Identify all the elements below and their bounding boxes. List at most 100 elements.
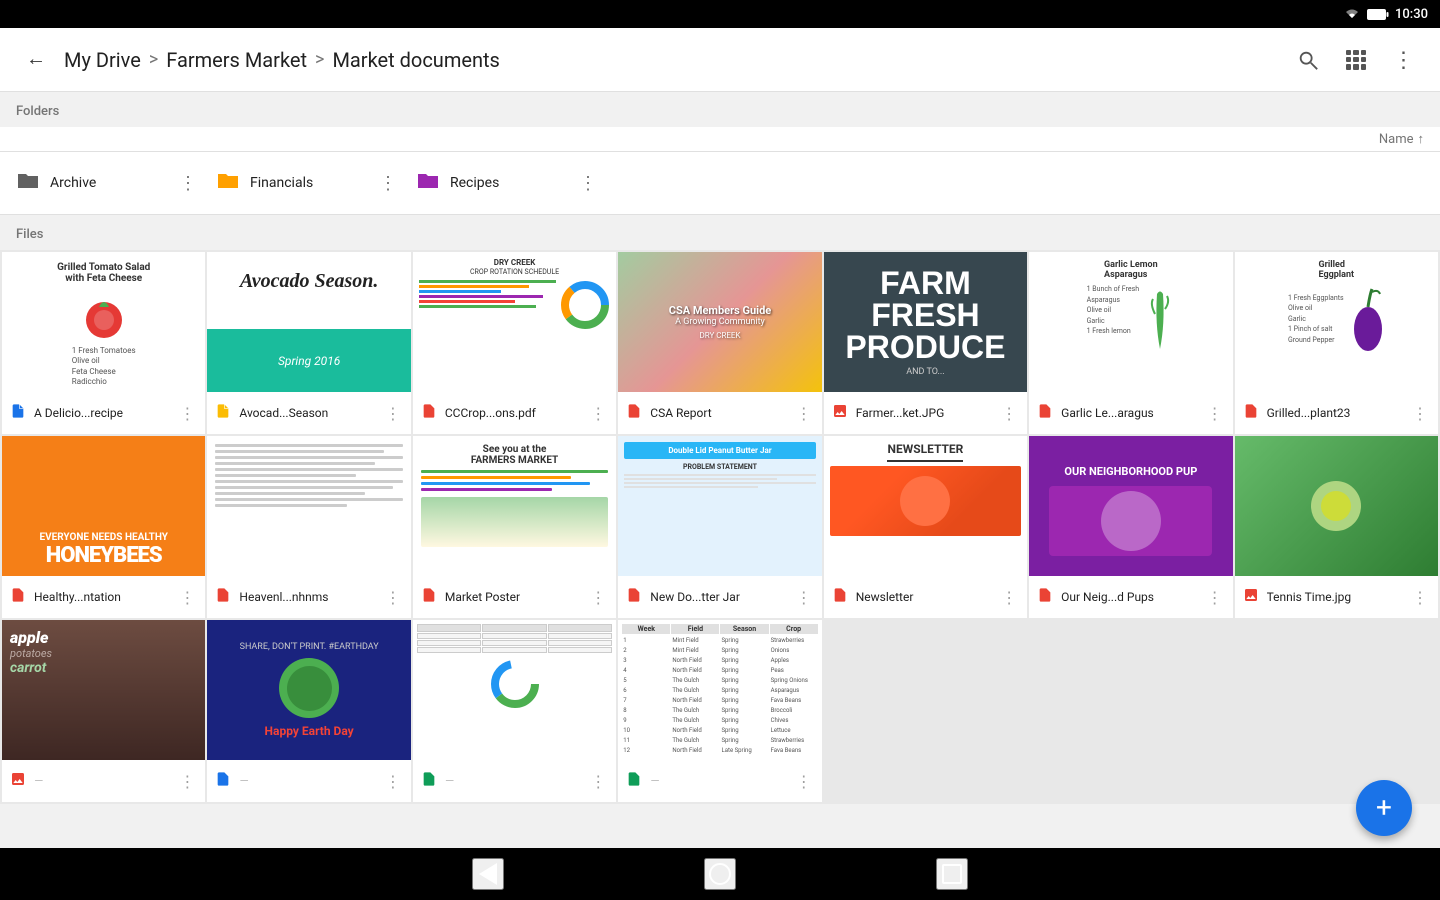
file-name-9: Market Poster [445, 590, 588, 604]
wifi-icon [1343, 7, 1361, 21]
file-footer-7: Healthy...ntation ⋮ [2, 576, 205, 618]
file-footer-13: Tennis Time.jpg ⋮ [1235, 576, 1438, 618]
file-item-7[interactable]: EVERYONE NEEDS HEALTHY HONEYBEES Healthy… [2, 436, 205, 618]
file-thumb-17: Week Field Season Crop 1Mint FieldSpring… [618, 620, 821, 760]
file-thumb-0: Grilled Tomato Saladwith Feta Cheese 1 F… [2, 252, 205, 392]
file-thumb-9: See you at theFARMERS MARKET [413, 436, 616, 576]
file-item-0[interactable]: Grilled Tomato Saladwith Feta Cheese 1 F… [2, 252, 205, 434]
nav-back-icon [479, 863, 497, 885]
file-item-6[interactable]: GrilledEggplant 1 Fresh EggplantsOlive o… [1235, 252, 1438, 434]
folder-recipes[interactable]: Recipes ⋮ [408, 160, 608, 206]
folder-more-financials[interactable]: ⋮ [376, 171, 400, 195]
status-bar: 10:30 [0, 0, 1440, 28]
breadcrumb: My Drive > Farmers Market > Market docum… [64, 48, 1288, 72]
main-content: Folders Name ↑ Archive ⋮ Financials ⋮ [0, 92, 1440, 848]
file-item-13[interactable]: Tennis Time.jpg ⋮ [1235, 436, 1438, 618]
status-time: 10:30 [1395, 7, 1428, 22]
file-more-17[interactable]: ⋮ [794, 772, 814, 791]
file-more-7[interactable]: ⋮ [177, 588, 197, 607]
file-item-1[interactable]: Avocado Season. Spring 2016 Avocad...Sea… [207, 252, 410, 434]
file-footer-4: Farmer...ket.JPG ⋮ [824, 392, 1027, 434]
fab-add-icon: + [1376, 794, 1392, 822]
file-more-3[interactable]: ⋮ [794, 404, 814, 423]
nav-recent-button[interactable] [936, 858, 968, 890]
file-item-2[interactable]: DRY CREEKCROP ROTATION SCHEDULE [413, 252, 616, 434]
file-item-17[interactable]: Week Field Season Crop 1Mint FieldSpring… [618, 620, 821, 802]
grid-view-button[interactable] [1336, 40, 1376, 80]
nav-home-button[interactable] [704, 858, 736, 890]
breadcrumb-mid[interactable]: Farmers Market [166, 48, 307, 72]
folder-more-archive[interactable]: ⋮ [176, 171, 200, 195]
file-more-1[interactable]: ⋮ [383, 404, 403, 423]
folder-name-financials: Financials [250, 175, 376, 191]
file-item-4[interactable]: FARMFRESHPRODUCE AND TO... Farmer...ket.… [824, 252, 1027, 434]
file-item-10[interactable]: Double Lid Peanut Butter Jar PROBLEM STA… [618, 436, 821, 618]
file-name-2: CCCrop...ons.pdf [445, 406, 588, 420]
file-item-11[interactable]: NEWSLETTER Newsletter ⋮ [824, 436, 1027, 618]
file-more-10[interactable]: ⋮ [794, 588, 814, 607]
folder-more-recipes[interactable]: ⋮ [576, 171, 600, 195]
folders-row: Archive ⋮ Financials ⋮ Recipes ⋮ [0, 152, 1440, 215]
file-type-icon-12 [1037, 587, 1053, 608]
file-type-icon-13 [1243, 587, 1259, 608]
file-name-17: — [650, 774, 793, 788]
file-type-icon-0 [10, 403, 26, 424]
battery-icon [1367, 8, 1389, 21]
file-more-2[interactable]: ⋮ [588, 404, 608, 423]
file-name-12: Our Neig...d Pups [1061, 590, 1204, 604]
file-item-5[interactable]: Garlic LemonAsparagus 1 Bunch of FreshAs… [1029, 252, 1232, 434]
folder-financials[interactable]: Financials ⋮ [208, 160, 408, 206]
file-item-3[interactable]: CSA Members Guide A Growing Community DR… [618, 252, 821, 434]
file-footer-6: Grilled...plant23 ⋮ [1235, 392, 1438, 434]
file-footer-9: Market Poster ⋮ [413, 576, 616, 618]
files-section-label: Files [0, 215, 1440, 250]
file-name-10: New Do...tter Jar [650, 590, 793, 604]
file-more-13[interactable]: ⋮ [1410, 588, 1430, 607]
file-more-0[interactable]: ⋮ [177, 404, 197, 423]
breadcrumb-root[interactable]: My Drive [64, 48, 141, 72]
file-more-5[interactable]: ⋮ [1205, 404, 1225, 423]
file-type-icon-3 [626, 403, 642, 424]
file-more-14[interactable]: ⋮ [177, 772, 197, 791]
nav-home-icon [709, 863, 731, 885]
file-footer-16: — ⋮ [413, 760, 616, 802]
file-more-6[interactable]: ⋮ [1410, 404, 1430, 423]
file-thumb-5: Garlic LemonAsparagus 1 Bunch of FreshAs… [1029, 252, 1232, 392]
file-type-icon-5 [1037, 403, 1053, 424]
file-item-16[interactable]: — ⋮ [413, 620, 616, 802]
folder-name-recipes: Recipes [450, 175, 576, 191]
folder-name-archive: Archive [50, 175, 176, 191]
file-thumb-13 [1235, 436, 1438, 576]
file-more-9[interactable]: ⋮ [588, 588, 608, 607]
folder-archive[interactable]: Archive ⋮ [8, 160, 208, 206]
file-name-5: Garlic Le...aragus [1061, 406, 1204, 420]
file-footer-3: CSA Report ⋮ [618, 392, 821, 434]
file-item-12[interactable]: OUR NEIGHBORHOOD PUP Our Neig...d Pups ⋮ [1029, 436, 1232, 618]
file-item-14[interactable]: apple potatoes carrot — ⋮ [2, 620, 205, 802]
breadcrumb-sep2: > [315, 49, 324, 70]
file-type-icon-11 [832, 587, 848, 608]
file-thumb-4: FARMFRESHPRODUCE AND TO... [824, 252, 1027, 392]
back-button[interactable]: ← [16, 40, 56, 80]
file-type-icon-7 [10, 587, 26, 608]
file-thumb-12: OUR NEIGHBORHOOD PUP [1029, 436, 1232, 576]
file-more-11[interactable]: ⋮ [999, 588, 1019, 607]
file-thumb-1: Avocado Season. Spring 2016 [207, 252, 410, 392]
more-options-button[interactable]: ⋮ [1384, 40, 1424, 80]
file-footer-15: — ⋮ [207, 760, 410, 802]
file-more-12[interactable]: ⋮ [1205, 588, 1225, 607]
fab-button[interactable]: + [1356, 780, 1412, 836]
file-more-15[interactable]: ⋮ [383, 772, 403, 791]
search-button[interactable] [1288, 40, 1328, 80]
file-more-8[interactable]: ⋮ [383, 588, 403, 607]
file-more-16[interactable]: ⋮ [588, 772, 608, 791]
file-item-8[interactable]: Heavenl...nhnms ⋮ [207, 436, 410, 618]
file-footer-0: A Delicio...recipe ⋮ [2, 392, 205, 434]
file-item-15[interactable]: Share, Don't Print. #EarthDay Happy Eart… [207, 620, 410, 802]
file-type-icon-1 [215, 403, 231, 424]
file-more-4[interactable]: ⋮ [999, 404, 1019, 423]
file-thumb-15: Share, Don't Print. #EarthDay Happy Eart… [207, 620, 410, 760]
file-item-9[interactable]: See you at theFARMERS MARKET Market Post… [413, 436, 616, 618]
file-footer-12: Our Neig...d Pups ⋮ [1029, 576, 1232, 618]
nav-back-button[interactable] [472, 858, 504, 890]
